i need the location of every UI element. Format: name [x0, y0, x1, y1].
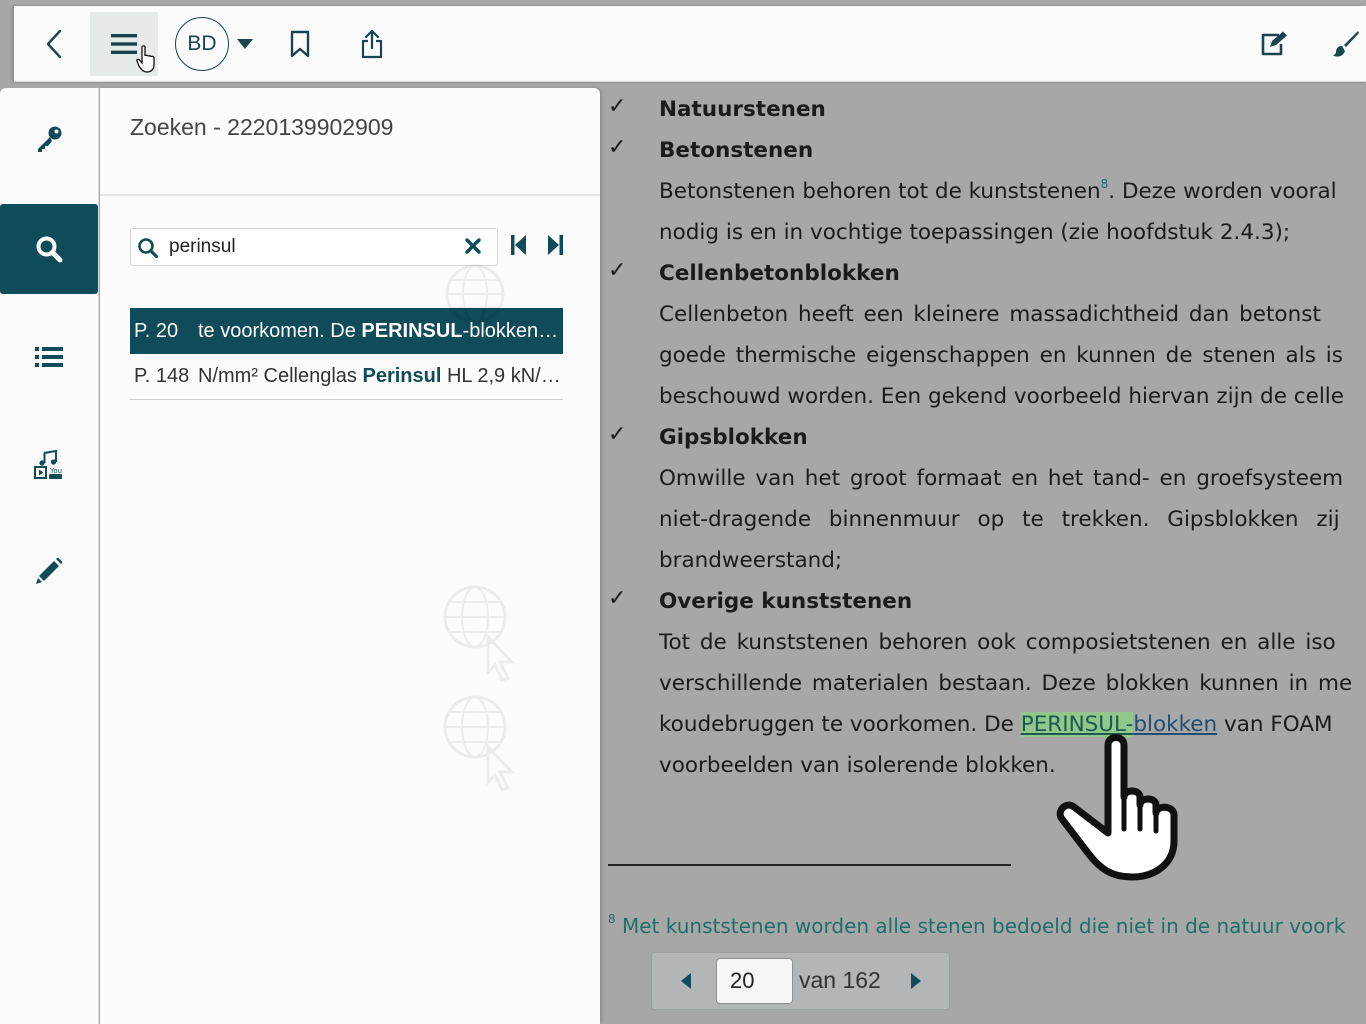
- edit-note-icon: [1261, 31, 1287, 56]
- section-heading: Cellenbetonblokken: [659, 261, 900, 286]
- paragraph-line: Cellenbeton heeft een kleinere massadich…: [659, 302, 1321, 327]
- paragraph-line: Omwille van het groot formaat en het tan…: [659, 466, 1344, 491]
- result-page: P. 20: [134, 319, 179, 342]
- globe-cursor-watermark-icon: [443, 695, 516, 792]
- paragraph-line: Tot de kunststenen behoren ook composiet…: [659, 630, 1336, 655]
- paragraph-line: verschillende materialen bestaan. Deze b…: [659, 671, 1353, 696]
- search-icon: [138, 238, 159, 259]
- paragraph-line: beschouwd worden. Een gekend voorbeeld h…: [659, 384, 1344, 409]
- search-panel: Zoeken - 2220139902909 P. 20 te voorkome…: [100, 88, 600, 1024]
- svg-text:You: You: [49, 467, 62, 475]
- globe-watermark-icon: [445, 264, 505, 324]
- sidenav-item-notes[interactable]: [0, 526, 98, 616]
- search-icon: [36, 236, 63, 263]
- list-icon: [35, 347, 63, 367]
- sidenav-item-key[interactable]: [0, 94, 98, 184]
- panel-divider: [100, 194, 600, 196]
- user-initials: BD: [187, 32, 217, 55]
- sidenav-item-contents[interactable]: [0, 312, 98, 402]
- hand-cursor-icon: [1056, 734, 1178, 881]
- result-page: P. 148: [134, 365, 190, 387]
- panel-title: Zoeken - 2220139902909: [130, 114, 394, 140]
- bookmark-button[interactable]: [280, 12, 320, 76]
- paragraph-line: voorbeelden van isolerende blokken.: [659, 753, 1056, 778]
- footnote-separator: [608, 864, 1011, 866]
- page-total: van 162: [799, 967, 881, 993]
- checkmark: ✓: [608, 94, 627, 119]
- clear-search-icon[interactable]: [465, 238, 481, 254]
- paragraph-line: nodig is en in vochtige toepassingen (zi…: [659, 220, 1291, 245]
- footnote: 8 Met kunststenen worden alle stenen bed…: [608, 912, 1346, 938]
- checkmark: ✓: [608, 258, 627, 283]
- section-heading: Betonstenen: [659, 138, 814, 163]
- page-number-input[interactable]: [716, 958, 793, 1004]
- paragraph-line: goede thermische eigenschappen en kunnen…: [659, 343, 1343, 368]
- side-navigation: You: [0, 88, 99, 1024]
- avatar: BD: [175, 17, 229, 71]
- previous-page-icon[interactable]: [680, 973, 692, 989]
- paragraph-line: koudebruggen te voorkomen. De PERINSUL-b…: [659, 712, 1333, 737]
- brush-icon: [1333, 31, 1359, 57]
- page-navigator: van 162: [651, 952, 950, 1010]
- section-heading: Overige kunststenen: [659, 589, 913, 614]
- next-result-icon[interactable]: [546, 234, 564, 256]
- user-menu-button[interactable]: BD: [172, 12, 256, 76]
- caret-down-icon: [237, 39, 253, 49]
- section-heading: Gipsblokken: [659, 425, 808, 450]
- share-button[interactable]: [352, 12, 392, 76]
- result-snippet: N/mm² Cellenglas Perinsul HL 2,9 kN/m²: [198, 365, 563, 387]
- key-icon: [38, 126, 62, 152]
- globe-cursor-watermark-icon: [443, 585, 516, 682]
- paragraph-line: Betonstenen behoren tot de kunststenen8.…: [659, 177, 1337, 204]
- sidenav-item-media[interactable]: You: [0, 420, 98, 510]
- search-input[interactable]: [169, 233, 449, 261]
- annotate-button[interactable]: [1252, 12, 1296, 76]
- share-icon: [361, 29, 383, 59]
- previous-result-icon[interactable]: [510, 234, 528, 256]
- checkmark: ✓: [608, 422, 627, 447]
- back-button[interactable]: [32, 12, 76, 76]
- bookmark-icon: [290, 30, 310, 58]
- pencil-icon: [36, 557, 63, 584]
- chevron-left-icon: [46, 29, 62, 59]
- document-page: ✓ Natuurstenen ✓ Betonstenen Betonstenen…: [600, 88, 1366, 1024]
- search-box: [130, 228, 498, 266]
- checkmark: ✓: [608, 135, 627, 160]
- checkmark: ✓: [608, 586, 627, 611]
- top-toolbar: BD: [14, 6, 1366, 82]
- paragraph-line: brandweerstand;: [659, 548, 843, 573]
- media-icon: You: [34, 450, 62, 479]
- search-result[interactable]: P. 148 N/mm² Cellenglas Perinsul HL 2,9 …: [130, 354, 563, 400]
- footnote-ref: 8: [1100, 177, 1109, 191]
- next-page-icon[interactable]: [910, 973, 922, 989]
- paragraph-line: niet-dragende binnenmuur op te trekken. …: [659, 507, 1340, 532]
- sidenav-item-search[interactable]: [0, 204, 98, 294]
- section-heading: Natuurstenen: [659, 97, 826, 122]
- hamburger-menu-icon: [111, 34, 137, 54]
- highlight-button[interactable]: [1324, 12, 1366, 76]
- pointer-cursor-icon: [136, 45, 155, 73]
